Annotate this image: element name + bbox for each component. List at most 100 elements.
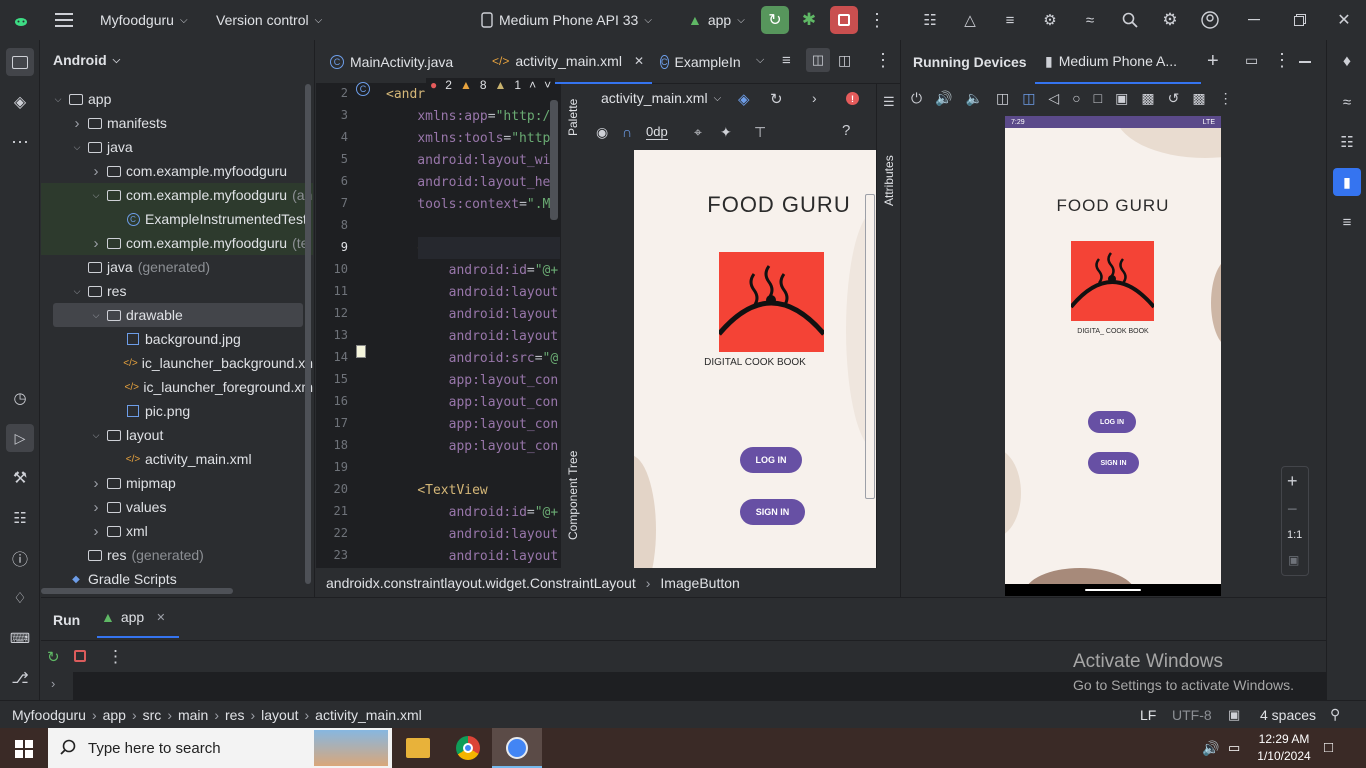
zoom-actual-size[interactable]: 1:1: [1287, 529, 1302, 541]
volume-icon[interactable]: 🔊: [1202, 740, 1219, 757]
help-icon[interactable]: ?: [842, 122, 850, 139]
path-segment[interactable]: res: [225, 707, 244, 723]
tree-scrollbar[interactable]: [305, 84, 311, 584]
tree-item[interactable]: </> ic_launcher_background.xn: [41, 351, 313, 375]
version-control-icon[interactable]: ⎇: [6, 664, 34, 692]
chevron-right-icon[interactable]: ›: [51, 676, 55, 691]
file-explorer-icon[interactable]: [406, 738, 430, 758]
tree-item[interactable]: C ExampleInstrumentedTest: [41, 207, 313, 231]
clear-constraints-icon[interactable]: ⌖: [694, 124, 702, 141]
run-tab-app[interactable]: ▲ app ✕: [97, 598, 179, 638]
attributes-icon[interactable]: ☰: [883, 94, 895, 110]
tree-h-scrollbar[interactable]: [41, 588, 233, 594]
chevron-down-icon[interactable]: ⌵: [89, 310, 103, 321]
profiler-icon[interactable]: ≈: [1080, 10, 1100, 30]
path-segment[interactable]: main: [178, 707, 208, 723]
chevron-down-icon[interactable]: ˅: [544, 78, 551, 92]
power-icon[interactable]: ⏻: [911, 90, 922, 107]
path-segment[interactable]: Myfoodguru: [12, 707, 86, 723]
chrome-icon[interactable]: [456, 736, 480, 760]
screen-record-icon[interactable]: ▩: [1141, 90, 1154, 107]
resource-manager-icon[interactable]: ◈: [6, 88, 34, 116]
run-tool-icon[interactable]: ▷: [6, 424, 34, 452]
code-view-icon[interactable]: ≡: [782, 52, 791, 69]
tree-item[interactable]: ⌵ app: [41, 87, 313, 111]
chevron-down-icon[interactable]: ⌵: [70, 142, 84, 153]
more-tools-icon[interactable]: ⋯: [6, 128, 34, 156]
rerun-icon[interactable]: ↻: [47, 648, 60, 666]
code-editor[interactable]: <andr xmlns:app="http:// xmlns:tools="ht…: [386, 84, 560, 568]
path-segment[interactable]: app: [103, 707, 126, 723]
more-vertical-icon[interactable]: ⋮: [874, 50, 892, 71]
path-segment[interactable]: activity_main.xml: [315, 707, 422, 723]
structure-icon[interactable]: ≡: [1333, 208, 1361, 236]
tree-item[interactable]: › xml: [41, 519, 313, 543]
device-manager-icon[interactable]: ☷: [920, 10, 940, 30]
login-button[interactable]: LOG IN: [740, 447, 802, 473]
close-window-icon[interactable]: ✕: [1334, 10, 1354, 30]
tree-item[interactable]: ⌵ java: [41, 135, 313, 159]
zoom-in-icon[interactable]: +: [1287, 471, 1298, 492]
add-device-icon[interactable]: +: [1207, 50, 1219, 73]
class-gutter-icon[interactable]: C: [356, 82, 370, 96]
project-selector[interactable]: Myfoodguru ⌵: [100, 0, 188, 40]
lock-icon[interactable]: ⚲: [1330, 706, 1340, 723]
layout-file-selector[interactable]: activity_main.xml ⌵: [601, 90, 721, 106]
minimize-window-icon[interactable]: [1244, 10, 1264, 30]
app-inspection-icon[interactable]: ♢: [6, 584, 34, 612]
tree-item[interactable]: ⌵ res: [41, 279, 313, 303]
chevron-right-icon[interactable]: ›: [89, 475, 103, 492]
rerun-icon[interactable]: ↻: [761, 6, 789, 34]
tree-item[interactable]: java (generated): [41, 255, 313, 279]
image-gutter-icon[interactable]: [356, 345, 366, 358]
tree-item[interactable]: › values: [41, 495, 313, 519]
search-icon[interactable]: [1120, 10, 1140, 30]
orientation-icon[interactable]: ↻: [770, 90, 783, 108]
run-config-selector[interactable]: ▲ app ⌵: [688, 0, 745, 40]
zoom-out-icon[interactable]: −: [1287, 499, 1298, 520]
device-file-explorer-icon[interactable]: ☷: [1333, 128, 1361, 156]
more-vertical-icon[interactable]: ⋮: [868, 10, 886, 30]
snapshot-icon[interactable]: ↺: [1168, 90, 1180, 107]
logcat-cat-icon[interactable]: ☷: [6, 504, 34, 532]
running-devices-icon[interactable]: ▮: [1333, 168, 1361, 196]
chevron-right-icon[interactable]: ›: [89, 499, 103, 516]
notification-center-icon[interactable]: □: [1324, 739, 1333, 756]
volume-down-icon[interactable]: 🔈: [966, 90, 983, 107]
app-quality-icon[interactable]: ◷: [6, 384, 34, 412]
magnet-icon[interactable]: ∩: [622, 124, 632, 140]
chevron-down-icon[interactable]: ⌵: [51, 94, 65, 105]
palette-label[interactable]: Palette: [566, 99, 580, 136]
settings-gear-icon[interactable]: ⚙: [1160, 10, 1180, 30]
chevron-down-icon[interactable]: ⌵: [89, 430, 103, 441]
device-logo-image[interactable]: [1071, 241, 1154, 321]
layout-icon[interactable]: ▭: [1245, 52, 1258, 69]
design-view-icon[interactable]: ◫: [838, 52, 851, 69]
taskbar-clock[interactable]: 12:29 AM 1/10/2024: [1256, 731, 1312, 765]
network-icon[interactable]: ▭: [1228, 740, 1240, 756]
breadcrumb-item[interactable]: androidx.constraintlayout.widget.Constra…: [326, 575, 636, 591]
tree-item[interactable]: ⌵ drawable: [53, 303, 303, 327]
debug-icon[interactable]: ✱: [798, 10, 820, 30]
design-scrollbar[interactable]: [865, 194, 875, 499]
vcs-selector[interactable]: Version control ⌵: [216, 0, 322, 40]
breadcrumb-item[interactable]: ImageButton: [660, 575, 739, 591]
volume-up-icon[interactable]: 🔊: [935, 90, 952, 107]
infer-constraints-icon[interactable]: ✦: [720, 124, 732, 141]
chevron-right-icon[interactable]: ›: [89, 235, 103, 252]
attributes-label[interactable]: Attributes: [882, 155, 896, 206]
tree-item[interactable]: ⌵ layout: [41, 423, 313, 447]
device-screen[interactable]: FOOD GURU DIGITA_ COOK BOOK LOG IN SIGN …: [1005, 128, 1221, 584]
device-signin-button[interactable]: SIGN IN: [1088, 452, 1139, 474]
tree-item[interactable]: › manifests: [41, 111, 313, 135]
layout-preview[interactable]: FOOD GURU DIGITAL COOK BOOK LOG IN SIGN …: [634, 150, 876, 568]
split-view-icon[interactable]: ◫: [806, 48, 830, 72]
device-login-button[interactable]: LOG IN: [1088, 411, 1136, 433]
more-vertical-icon[interactable]: ⋮: [1273, 50, 1291, 71]
default-margin-field[interactable]: 0dp: [646, 124, 668, 140]
rotate-right-icon[interactable]: ◫: [1022, 90, 1035, 107]
chevron-down-icon[interactable]: ⌵: [70, 286, 84, 297]
terminal-icon[interactable]: ⌨: [6, 624, 34, 652]
windows-start-icon[interactable]: [15, 740, 33, 761]
gesture-bar[interactable]: [1085, 589, 1141, 591]
